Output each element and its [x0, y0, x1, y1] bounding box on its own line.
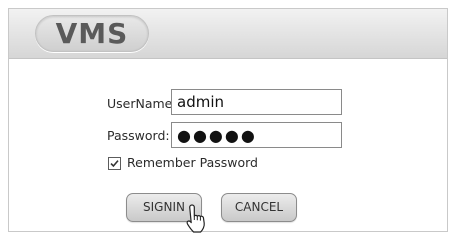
- checkmark-icon: [110, 160, 119, 168]
- password-field[interactable]: [171, 122, 342, 148]
- logo-text: VMS: [55, 17, 129, 50]
- username-field[interactable]: [171, 89, 342, 115]
- vms-logo: VMS: [35, 15, 149, 52]
- remember-password-checkbox[interactable]: [108, 157, 121, 170]
- hand-pointer-icon: [186, 204, 205, 233]
- remember-password-label: Remember Password: [127, 155, 258, 170]
- header-bar: VMS: [9, 9, 447, 59]
- username-label: UserName:: [107, 96, 177, 111]
- cancel-button[interactable]: CANCEL: [221, 193, 297, 222]
- password-label: Password:: [107, 128, 170, 143]
